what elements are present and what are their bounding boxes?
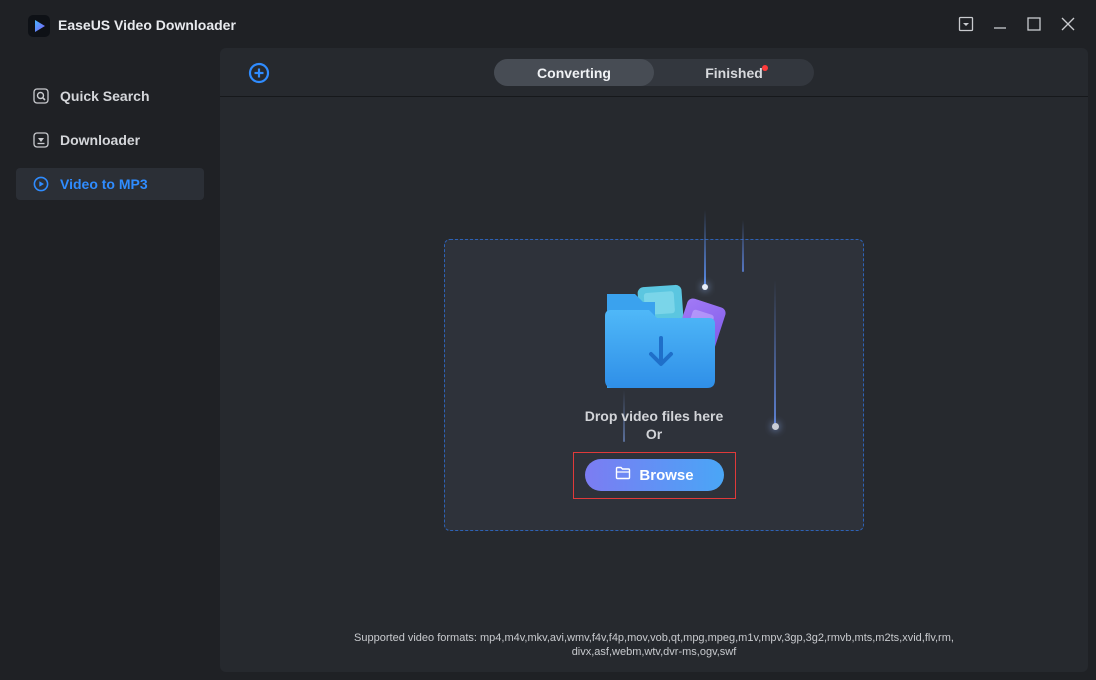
- main-header: Converting Finished: [220, 48, 1088, 97]
- search-icon: [33, 88, 49, 104]
- dropdown-menu-icon[interactable]: [955, 13, 977, 35]
- sidebar-item-quick-search[interactable]: Quick Search: [16, 80, 204, 112]
- formats-line-1: Supported video formats: mp4,m4v,mkv,avi…: [354, 632, 954, 644]
- sidebar-item-label: Video to MP3: [60, 176, 148, 192]
- browse-label: Browse: [639, 466, 694, 484]
- sidebar-item-label: Downloader: [60, 132, 141, 148]
- folder-open-icon: [615, 466, 631, 485]
- download-icon: [33, 132, 49, 148]
- supported-formats-text: Supported video formats: mp4,m4v,mkv,avi…: [310, 631, 998, 659]
- main-panel: Converting Finished Drop video files her…: [220, 48, 1088, 672]
- maximize-icon[interactable]: [1023, 13, 1045, 35]
- notification-dot: [762, 65, 768, 71]
- sidebar-item-label: Quick Search: [60, 88, 150, 104]
- sidebar: Quick Search Downloader Video to MP3: [0, 48, 220, 680]
- light-streak: [742, 220, 744, 272]
- light-streak: [774, 280, 776, 424]
- browse-button[interactable]: Browse: [585, 459, 724, 491]
- app-window: EaseUS Video Downloader Quick Search Dow…: [0, 0, 1096, 680]
- folder-illustration-icon: [595, 276, 735, 394]
- title-bar: EaseUS Video Downloader: [0, 0, 1096, 48]
- sidebar-item-video-to-mp3[interactable]: Video to MP3: [16, 168, 204, 200]
- drop-zone[interactable]: Drop video files here Or Browse: [444, 210, 864, 531]
- app-title: EaseUS Video Downloader: [58, 17, 236, 33]
- tab-converting[interactable]: Converting: [494, 59, 654, 86]
- app-logo-icon: [28, 15, 50, 37]
- tab-finished[interactable]: Finished: [654, 59, 814, 86]
- drop-or-text: Or: [645, 426, 663, 442]
- minimize-icon[interactable]: [989, 13, 1011, 35]
- add-circle-icon[interactable]: [248, 62, 270, 84]
- close-icon[interactable]: [1057, 13, 1079, 35]
- video-convert-icon: [33, 176, 49, 192]
- tab-bar: Converting Finished: [494, 59, 814, 86]
- drop-hint-text: Drop video files here: [584, 408, 724, 424]
- formats-line-2: divx,asf,webm,wtv,dvr-ms,ogv,swf: [571, 646, 737, 658]
- sidebar-item-downloader[interactable]: Downloader: [16, 124, 204, 156]
